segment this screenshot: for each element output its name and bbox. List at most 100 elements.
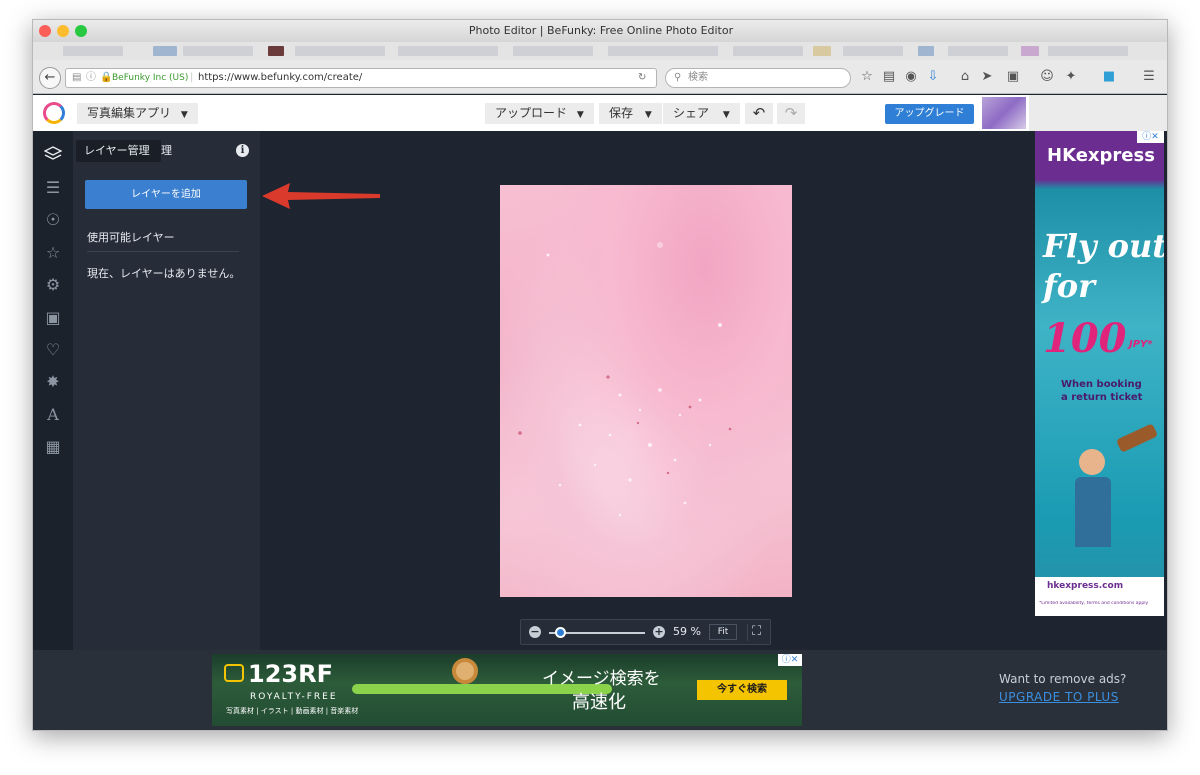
zoom-out-icon[interactable]: − xyxy=(529,626,541,638)
ad-site: hkexpress.com xyxy=(1047,581,1124,591)
available-layers-heading: 使用可能レイヤー xyxy=(87,231,175,244)
home-icon[interactable]: ⌂ xyxy=(957,69,973,85)
close-window-button[interactable] xyxy=(39,25,51,37)
site-identity[interactable]: BeFunky Inc (US) xyxy=(112,69,188,87)
remove-ads-question: Want to remove ads? xyxy=(999,672,1127,686)
sliders-icon[interactable]: ☰ xyxy=(43,178,63,198)
download-icon[interactable]: ⇩ xyxy=(925,69,941,85)
ad-close-icon[interactable]: ⓘ✕ xyxy=(778,654,802,666)
badge-icon[interactable]: ✸ xyxy=(43,372,63,392)
ad-snail-illustration xyxy=(452,658,478,684)
hkexpress-ad[interactable]: ⓘ✕ HKexpress Fly out for 100 JPY* When b… xyxy=(1035,131,1164,616)
ad-headline-2: 高速化 xyxy=(572,692,626,713)
bookmark-star-icon[interactable]: ☆ xyxy=(859,69,875,85)
ad-close-icon[interactable]: ⓘ✕ xyxy=(1137,131,1164,143)
share-button[interactable]: シェア ▼ xyxy=(663,103,740,124)
emoji-icon[interactable]: ☺ xyxy=(1039,69,1055,85)
extension-icon[interactable]: ✦ xyxy=(1063,69,1079,85)
ad-brand: 123RF xyxy=(248,660,333,688)
upgrade-button[interactable]: アップグレード xyxy=(885,104,974,124)
url-text[interactable]: https://www.befunky.com/create/ xyxy=(198,69,362,87)
photo-image[interactable] xyxy=(500,185,792,597)
app-header: 写真編集アプリ ▼ アップロード ▼ 保存 ▼ シェア ▼ ↶ ↷ アップグレー… xyxy=(33,95,1029,131)
heart-icon[interactable]: ♡ xyxy=(43,340,63,360)
bookmark-blur[interactable] xyxy=(948,46,1008,56)
back-arrow-icon: ← xyxy=(44,70,56,85)
undo-button[interactable]: ↶ xyxy=(745,103,773,124)
send-icon[interactable]: ➤ xyxy=(979,69,995,85)
ad-categories: 写真素材 | イラスト | 動画素材 | 音楽素材 xyxy=(226,707,359,715)
add-layer-button[interactable]: レイヤーを追加 xyxy=(85,180,247,209)
bookmark-blur[interactable] xyxy=(1048,46,1128,56)
ad-fine-print: *Limited availability, terms and conditi… xyxy=(1039,601,1149,606)
layers-icon[interactable] xyxy=(43,145,63,165)
befunky-logo[interactable] xyxy=(43,102,65,124)
zoom-slider-thumb[interactable] xyxy=(555,627,566,638)
minimize-window-button[interactable] xyxy=(57,25,69,37)
reading-list-icon[interactable]: ▤ xyxy=(881,69,897,85)
fullscreen-icon[interactable]: ⛶ xyxy=(747,624,765,641)
panel-divider xyxy=(87,251,239,252)
extension-blue-icon[interactable]: ■ xyxy=(1101,69,1117,85)
bookmark-blur[interactable] xyxy=(295,46,385,56)
text-icon[interactable]: A xyxy=(43,405,63,425)
bookmark-blur[interactable] xyxy=(813,46,831,56)
navigation-bar: ← ▤ ⓘ 🔒 BeFunky Inc (US) | https://www.b… xyxy=(33,60,1167,94)
no-layers-message: 現在、レイヤーはありません。 xyxy=(87,267,241,280)
123rf-ad[interactable]: ⓘ✕ 123RF ROYALTY-FREE 写真素材 | イラスト | 動画素材… xyxy=(212,654,802,726)
save-label: 保存 xyxy=(609,106,634,120)
chevron-down-icon: ▼ xyxy=(722,110,730,120)
upload-button[interactable]: アップロード ▼ xyxy=(485,103,594,124)
ad-sub-1: When booking xyxy=(1061,379,1142,390)
search-placeholder: 検索 xyxy=(688,72,708,83)
ad-price: 100 xyxy=(1043,315,1127,362)
zoom-in-icon[interactable]: + xyxy=(653,626,665,638)
bookmark-blur[interactable] xyxy=(918,46,934,56)
bookmark-blur[interactable] xyxy=(843,46,903,56)
ad-headline-1: Fly out xyxy=(1043,227,1164,265)
reader-icon[interactable]: ▤ xyxy=(72,69,81,87)
title-bar: Photo Editor | BeFunky: Free Online Phot… xyxy=(33,20,1167,42)
bookmark-blur[interactable] xyxy=(608,46,718,56)
app-mode-dropdown[interactable]: 写真編集アプリ ▼ xyxy=(77,103,198,124)
bookmarks-bar xyxy=(33,42,1167,60)
right-ad-container: ⓘ✕ HKexpress Fly out for 100 JPY* When b… xyxy=(1031,131,1167,650)
upgrade-to-plus-link[interactable]: UPGRADE TO PLUS xyxy=(999,690,1119,704)
upload-label: アップロード xyxy=(495,106,568,120)
layers-panel: レイヤー管理 理 i レイヤーを追加 使用可能レイヤー 現在、レイヤーはありませ… xyxy=(73,131,260,650)
ad-child-body xyxy=(1075,477,1111,547)
bookmark-blur[interactable] xyxy=(513,46,593,56)
save-button[interactable]: 保存 ▼ xyxy=(599,103,662,124)
bookmark-blur[interactable] xyxy=(183,46,253,56)
zoom-window-button[interactable] xyxy=(75,25,87,37)
gear-icon[interactable]: ⚙ xyxy=(43,275,63,295)
bookmark-blur[interactable] xyxy=(63,46,123,56)
chevron-down-icon: ▼ xyxy=(644,110,652,120)
star-icon[interactable]: ☆ xyxy=(43,243,63,263)
fit-button[interactable]: Fit xyxy=(709,624,737,640)
bookmark-blur[interactable] xyxy=(153,46,177,56)
texture-icon[interactable]: ▦ xyxy=(43,437,63,457)
info-icon[interactable]: i xyxy=(236,144,249,157)
ad-child-illustration xyxy=(1079,449,1105,475)
url-bar[interactable]: ▤ ⓘ 🔒 BeFunky Inc (US) | https://www.bef… xyxy=(65,68,657,88)
redo-button[interactable]: ↷ xyxy=(777,103,805,124)
info-icon[interactable]: ⓘ xyxy=(86,69,96,87)
back-button[interactable]: ← xyxy=(39,67,61,89)
bookmark-blur[interactable] xyxy=(1021,46,1039,56)
screenshot-icon[interactable]: ▣ xyxy=(1005,69,1021,85)
search-icon: ⚲ xyxy=(674,72,682,83)
bookmark-blur[interactable] xyxy=(733,46,803,56)
reload-icon[interactable]: ↻ xyxy=(638,69,646,87)
user-avatar[interactable] xyxy=(982,97,1026,129)
search-input[interactable]: ⚲ 検索 xyxy=(665,68,851,88)
eye-icon[interactable]: ☉ xyxy=(43,210,63,230)
bookmark-blur[interactable] xyxy=(268,46,284,56)
ad-cta-button[interactable]: 今すぐ検索 xyxy=(697,680,787,700)
menu-icon[interactable]: ☰ xyxy=(1141,69,1157,85)
pocket-icon[interactable]: ◉ xyxy=(903,69,919,85)
layer-manager-tooltip: レイヤー管理 xyxy=(76,140,161,162)
frame-icon[interactable]: ▣ xyxy=(43,308,63,328)
bookmark-blur[interactable] xyxy=(398,46,498,56)
panel-title-fragment: 理 xyxy=(161,144,172,157)
